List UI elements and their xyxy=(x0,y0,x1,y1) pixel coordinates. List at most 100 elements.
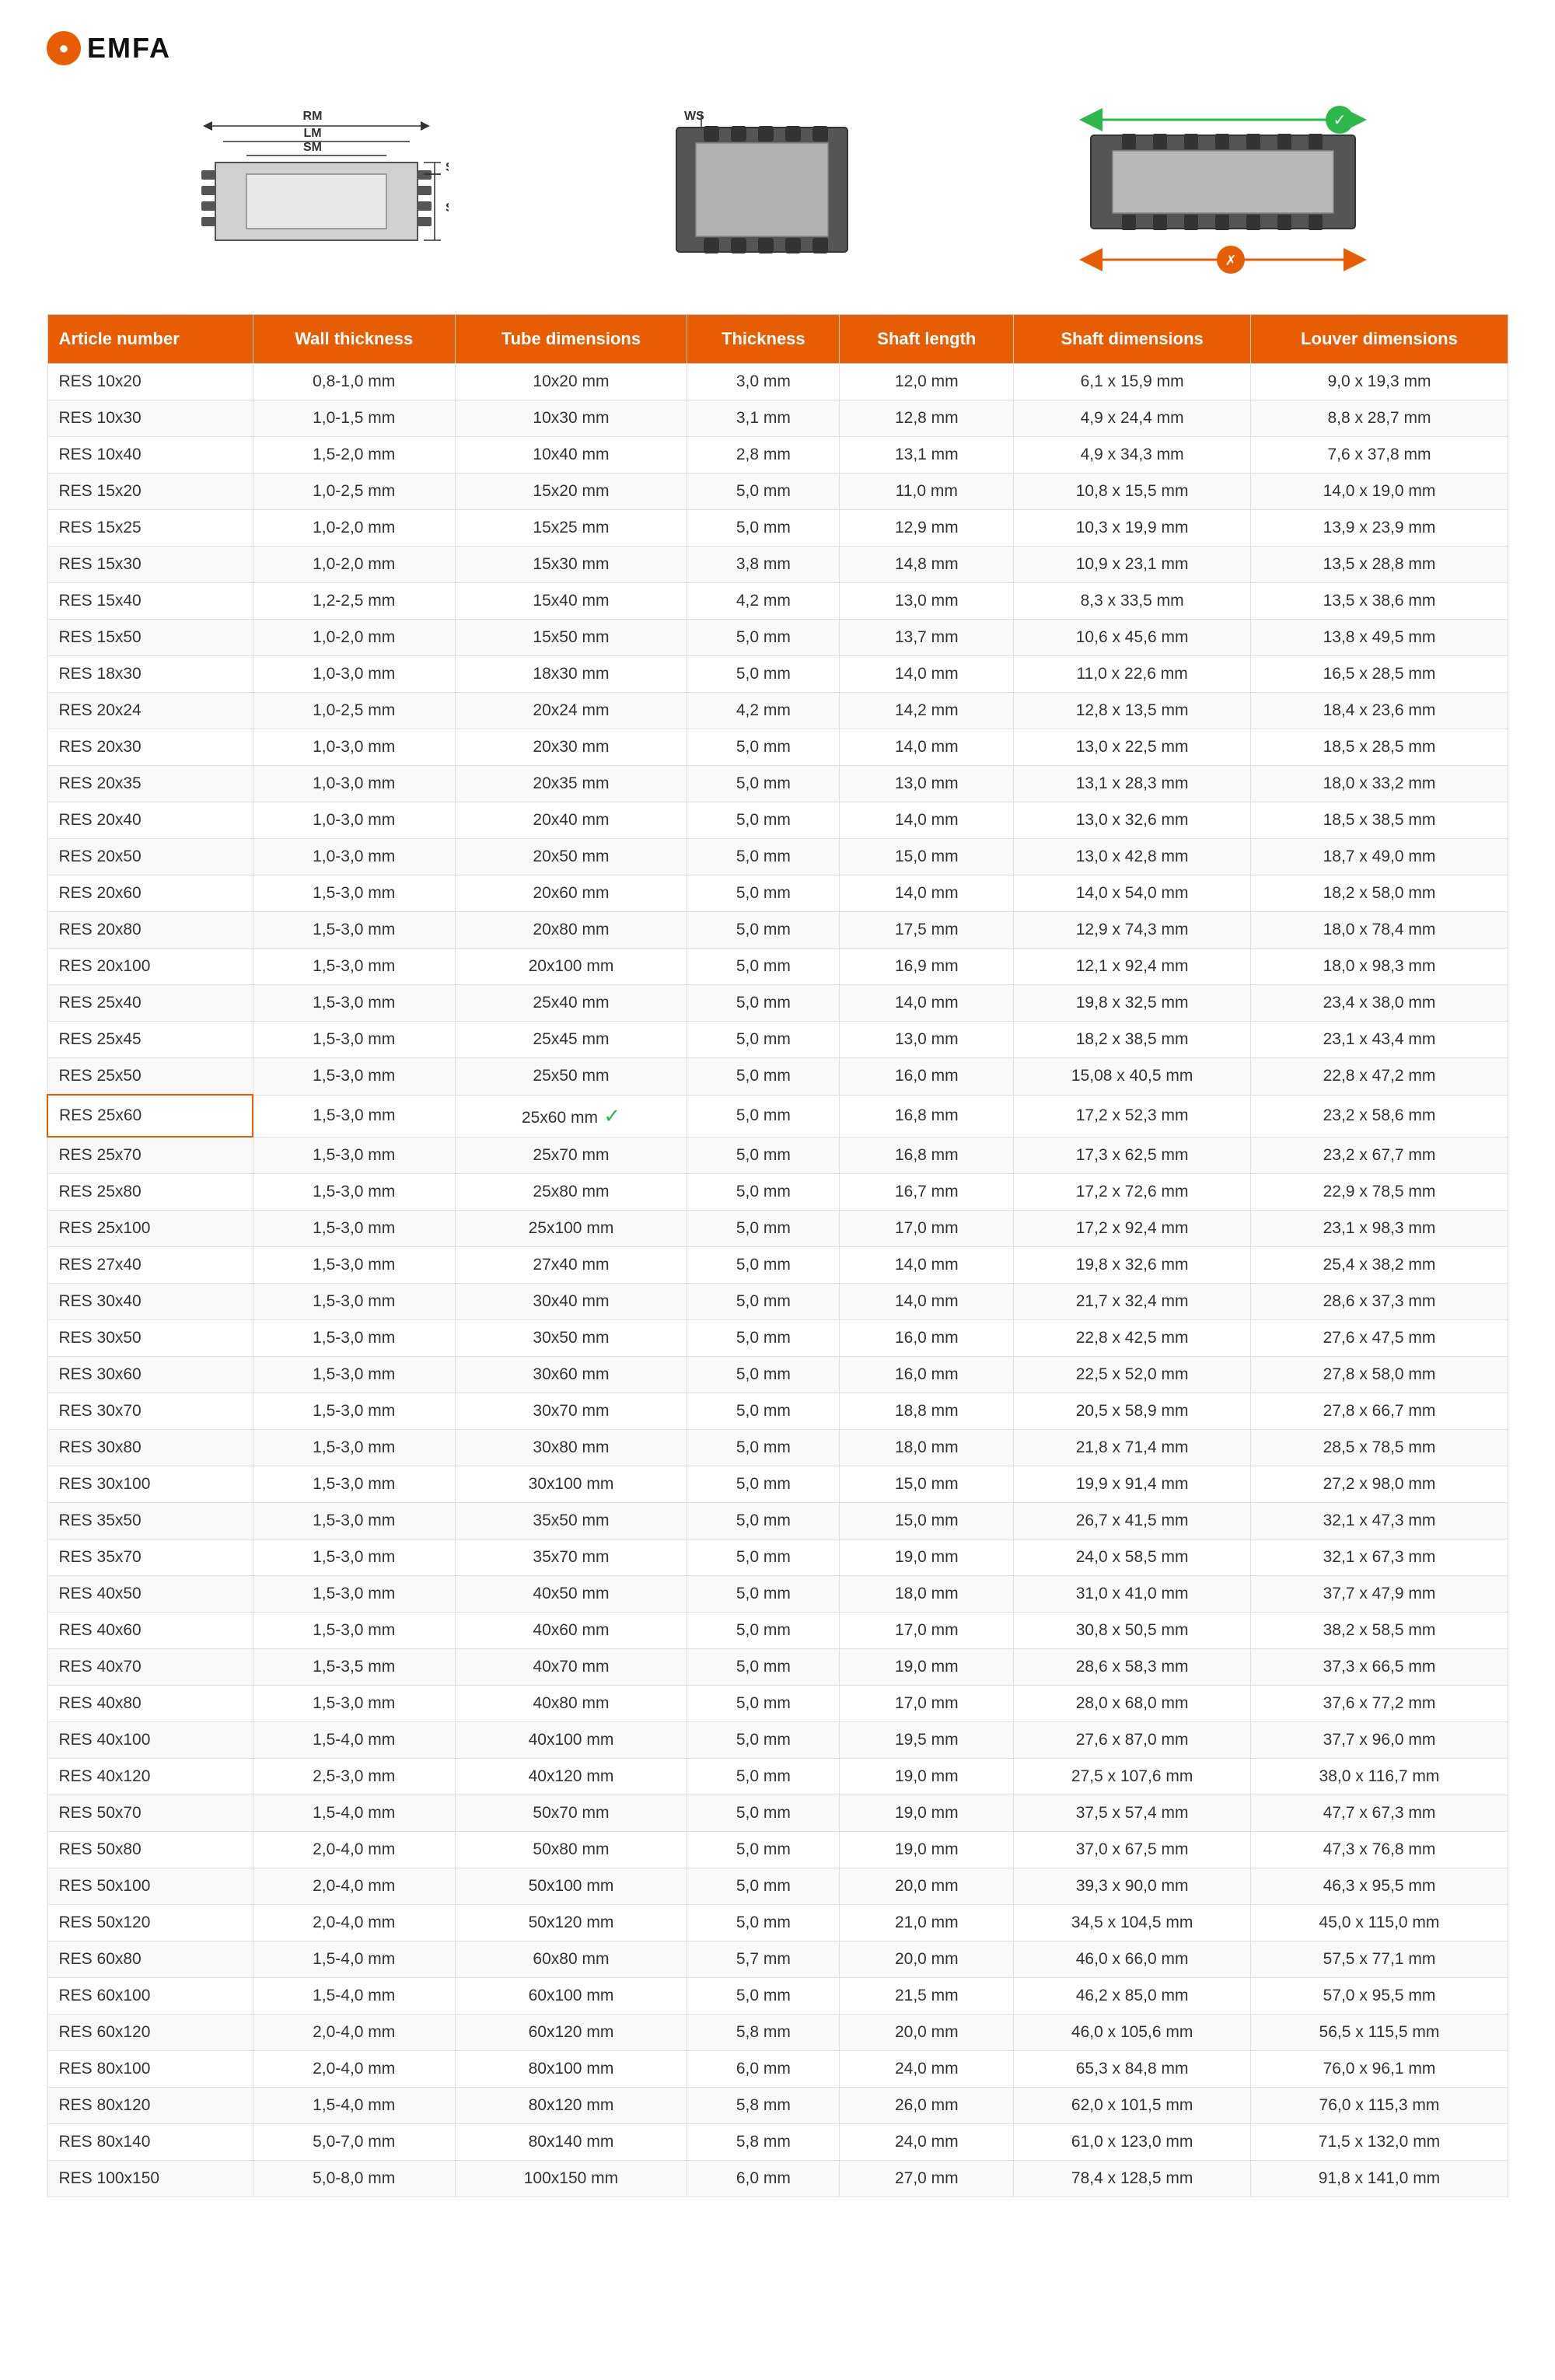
table-cell: RES 20x80 xyxy=(47,912,253,949)
table-row: RES 40x501,5-3,0 mm40x50 mm5,0 mm18,0 mm… xyxy=(47,1576,1508,1613)
table-cell: 8,8 x 28,7 mm xyxy=(1250,400,1508,437)
table-cell: 78,4 x 128,5 mm xyxy=(1014,2161,1251,2197)
table-cell: 37,0 x 67,5 mm xyxy=(1014,1832,1251,1868)
table-cell: 5,0 mm xyxy=(687,1905,840,1941)
table-cell: 13,5 x 38,6 mm xyxy=(1250,583,1508,620)
table-cell: 10x30 mm xyxy=(455,400,687,437)
table-cell: 32,1 x 47,3 mm xyxy=(1250,1503,1508,1539)
table-cell: 27,0 mm xyxy=(840,2161,1014,2197)
table-cell: 5,0-7,0 mm xyxy=(253,2124,455,2161)
table-cell: 5,0 mm xyxy=(687,656,840,693)
table-cell: 32,1 x 67,3 mm xyxy=(1250,1539,1508,1576)
table-cell: 0,8-1,0 mm xyxy=(253,364,455,400)
table-cell: 38,2 x 58,5 mm xyxy=(1250,1613,1508,1649)
table-cell: 5,8 mm xyxy=(687,2124,840,2161)
table-cell: 18,0 mm xyxy=(840,1430,1014,1466)
table-row: RES 20x801,5-3,0 mm20x80 mm5,0 mm17,5 mm… xyxy=(47,912,1508,949)
table-cell: 10,8 x 15,5 mm xyxy=(1014,474,1251,510)
table-cell: RES 18x30 xyxy=(47,656,253,693)
table-cell: 19,5 mm xyxy=(840,1722,1014,1759)
table-cell: 1,5-3,0 mm xyxy=(253,1613,455,1649)
table-cell: 76,0 x 115,3 mm xyxy=(1250,2088,1508,2124)
table-cell: 30x50 mm xyxy=(455,1320,687,1357)
table-cell: 15,0 mm xyxy=(840,839,1014,875)
table-cell: 60x100 mm xyxy=(455,1978,687,2015)
table-cell: 8,3 x 33,5 mm xyxy=(1014,583,1251,620)
table-cell: 22,8 x 42,5 mm xyxy=(1014,1320,1251,1357)
table-row: RES 30x801,5-3,0 mm30x80 mm5,0 mm18,0 mm… xyxy=(47,1430,1508,1466)
table-cell: RES 25x45 xyxy=(47,1022,253,1058)
table-cell: 60x120 mm xyxy=(455,2015,687,2051)
table-cell: 40x120 mm xyxy=(455,1759,687,1795)
table-cell: RES 10x40 xyxy=(47,437,253,474)
table-cell: 17,5 mm xyxy=(840,912,1014,949)
table-cell: 18x30 mm xyxy=(455,656,687,693)
table-cell: 15x30 mm xyxy=(455,547,687,583)
table-cell: RES 25x70 xyxy=(47,1137,253,1174)
table-cell: 56,5 x 115,5 mm xyxy=(1250,2015,1508,2051)
table-cell: 17,2 x 72,6 mm xyxy=(1014,1174,1251,1211)
table-cell: 30x100 mm xyxy=(455,1466,687,1503)
table-cell: 46,0 x 66,0 mm xyxy=(1014,1941,1251,1978)
table-cell: 25x50 mm xyxy=(455,1058,687,1096)
table-row: RES 25x801,5-3,0 mm25x80 mm5,0 mm16,7 mm… xyxy=(47,1174,1508,1211)
table-cell: 25x70 mm xyxy=(455,1137,687,1174)
table-cell: 76,0 x 96,1 mm xyxy=(1250,2051,1508,2088)
table-cell: 50x100 mm xyxy=(455,1868,687,1905)
table-cell: 5,0 mm xyxy=(687,985,840,1022)
table-cell: 1,5-4,0 mm xyxy=(253,2088,455,2124)
table-cell: 40x70 mm xyxy=(455,1649,687,1686)
table-cell: 21,7 x 32,4 mm xyxy=(1014,1284,1251,1320)
table-row: RES 25x501,5-3,0 mm25x50 mm5,0 mm16,0 mm… xyxy=(47,1058,1508,1096)
table-cell: RES 40x60 xyxy=(47,1613,253,1649)
table-cell: 3,0 mm xyxy=(687,364,840,400)
table-cell: 5,0 mm xyxy=(687,510,840,547)
table-cell: 18,4 x 23,6 mm xyxy=(1250,693,1508,729)
table-cell: 23,1 x 98,3 mm xyxy=(1250,1211,1508,1247)
table-cell: RES 10x30 xyxy=(47,400,253,437)
table-cell: 2,0-4,0 mm xyxy=(253,1905,455,1941)
table-cell: 12,9 mm xyxy=(840,510,1014,547)
table-cell: 18,0 x 33,2 mm xyxy=(1250,766,1508,802)
table-row: RES 27x401,5-3,0 mm27x40 mm5,0 mm14,0 mm… xyxy=(47,1247,1508,1284)
table-row: RES 18x301,0-3,0 mm18x30 mm5,0 mm14,0 mm… xyxy=(47,656,1508,693)
table-cell: 5,0 mm xyxy=(687,1686,840,1722)
table-cell: 1,0-3,0 mm xyxy=(253,766,455,802)
logo: ● EMFA xyxy=(47,31,171,65)
table-cell: 19,0 mm xyxy=(840,1832,1014,1868)
table-row: RES 10x401,5-2,0 mm10x40 mm2,8 mm13,1 mm… xyxy=(47,437,1508,474)
table-cell: 35x50 mm xyxy=(455,1503,687,1539)
table-row: RES 25x601,5-3,0 mm25x60 mm ✓5,0 mm16,8 … xyxy=(47,1095,1508,1137)
table-container: Article number Wall thickness Tube dimen… xyxy=(47,314,1508,2197)
table-cell: 15,0 mm xyxy=(840,1466,1014,1503)
table-cell: 1,5-3,0 mm xyxy=(253,912,455,949)
col-header-louver: Louver dimensions xyxy=(1250,315,1508,364)
table-cell: 23,2 x 67,7 mm xyxy=(1250,1137,1508,1174)
table-cell: 16,0 mm xyxy=(840,1357,1014,1393)
col-header-shaft-dim: Shaft dimensions xyxy=(1014,315,1251,364)
table-cell: 5,8 mm xyxy=(687,2015,840,2051)
table-row: RES 60x1001,5-4,0 mm60x100 mm5,0 mm21,5 … xyxy=(47,1978,1508,2015)
table-cell: RES 25x50 xyxy=(47,1058,253,1096)
table-cell: 16,8 mm xyxy=(840,1137,1014,1174)
table-cell: 27,8 x 66,7 mm xyxy=(1250,1393,1508,1430)
table-cell: 12,9 x 74,3 mm xyxy=(1014,912,1251,949)
table-cell: RES 100x150 xyxy=(47,2161,253,2197)
table-cell: 1,0-3,0 mm xyxy=(253,656,455,693)
table-row: RES 25x701,5-3,0 mm25x70 mm5,0 mm16,8 mm… xyxy=(47,1137,1508,1174)
table-cell: 18,5 x 28,5 mm xyxy=(1250,729,1508,766)
svg-text:SK: SK xyxy=(446,161,449,174)
table-cell: RES 30x40 xyxy=(47,1284,253,1320)
table-cell: RES 20x30 xyxy=(47,729,253,766)
table-cell: 20,0 mm xyxy=(840,1868,1014,1905)
svg-text:SE: SE xyxy=(446,201,449,215)
table-cell: 4,2 mm xyxy=(687,693,840,729)
table-cell: 5,0 mm xyxy=(687,1868,840,1905)
table-row: RES 10x200,8-1,0 mm10x20 mm3,0 mm12,0 mm… xyxy=(47,364,1508,400)
table-cell: 22,8 x 47,2 mm xyxy=(1250,1058,1508,1096)
table-cell: 80x100 mm xyxy=(455,2051,687,2088)
table-cell: 17,0 mm xyxy=(840,1211,1014,1247)
table-cell: RES 25x60 xyxy=(47,1095,253,1137)
table-cell: 6,1 x 15,9 mm xyxy=(1014,364,1251,400)
table-cell: 37,7 x 96,0 mm xyxy=(1250,1722,1508,1759)
